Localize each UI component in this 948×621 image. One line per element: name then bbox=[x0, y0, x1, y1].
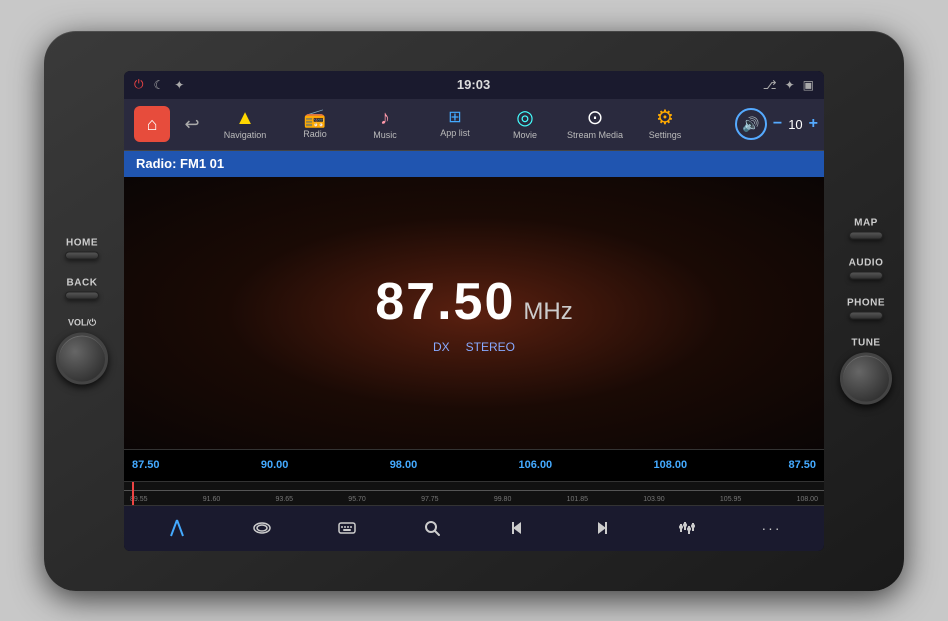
app-bar: ⌂ ↩ ▲ Navigation 📻 Radio ♪ Music ⊞ App l… bbox=[124, 99, 824, 151]
app-music[interactable]: ♪ Music bbox=[350, 101, 420, 147]
app-applist[interactable]: ⊞ App list bbox=[420, 101, 490, 147]
phone-label: PHONE bbox=[847, 297, 885, 308]
brightness-icon: ✦ bbox=[174, 78, 184, 92]
btn-more[interactable]: ··· bbox=[754, 510, 790, 546]
scale-90: 90.00 bbox=[261, 459, 289, 471]
btn-scan[interactable] bbox=[244, 510, 280, 546]
back-btn-group: BACK bbox=[65, 277, 99, 299]
stereo-label: STEREO bbox=[466, 340, 515, 354]
tick-3: 93.65 bbox=[276, 496, 294, 503]
car-radio-device: HOME BACK VOL/⏻ MAP AUDIO PHONE TUNE bbox=[44, 31, 904, 591]
phone-side-button[interactable] bbox=[849, 311, 883, 319]
frequency-scale: 87.50 90.00 98.00 106.00 108.00 87.50 bbox=[124, 449, 824, 481]
tick-10: 108.00 bbox=[797, 496, 818, 503]
phone-btn-group: PHONE bbox=[847, 297, 885, 319]
radio-main-display: 87.50 MHz DX STEREO bbox=[124, 177, 824, 449]
frequency-display: 87.50 MHz bbox=[375, 272, 572, 332]
btn-search[interactable] bbox=[414, 510, 450, 546]
tuning-bar-inner: 89.55 91.60 93.65 95.70 97.75 99.80 101.… bbox=[124, 482, 824, 505]
bluetooth-icon: ✦ bbox=[785, 78, 795, 92]
back-side-button[interactable] bbox=[65, 291, 99, 299]
vol-knob-group: VOL/⏻ bbox=[56, 317, 108, 384]
audio-btn-group: AUDIO bbox=[849, 257, 884, 279]
scale-98: 98.00 bbox=[390, 459, 418, 471]
tuning-bar: 89.55 91.60 93.65 95.70 97.75 99.80 101.… bbox=[124, 481, 824, 505]
volume-circle: 🔊 bbox=[735, 108, 767, 140]
btn-next[interactable] bbox=[584, 510, 620, 546]
scale-markers: 87.50 90.00 98.00 106.00 108.00 87.50 bbox=[132, 459, 816, 471]
audio-side-button[interactable] bbox=[849, 271, 883, 279]
app-movie[interactable]: ◎ Movie bbox=[490, 101, 560, 147]
btn-equalizer[interactable] bbox=[669, 510, 705, 546]
tick-8: 103.90 bbox=[643, 496, 664, 503]
status-left: ⏻ ☾ ✦ bbox=[134, 77, 184, 92]
frequency-unit: MHz bbox=[523, 298, 572, 326]
home-label: HOME bbox=[66, 237, 98, 248]
tuning-labels: 89.55 91.60 93.65 95.70 97.75 99.80 101.… bbox=[124, 496, 824, 503]
home-btn-group: HOME bbox=[65, 237, 99, 259]
frequency-info: DX STEREO bbox=[433, 340, 515, 354]
volume-minus[interactable]: − bbox=[773, 115, 782, 133]
scale-106: 106.00 bbox=[519, 459, 553, 471]
scale-87: 87.50 bbox=[132, 459, 160, 471]
volume-value: 10 bbox=[788, 117, 802, 132]
app-navigation[interactable]: ▲ Navigation bbox=[210, 101, 280, 147]
tune-knob[interactable] bbox=[840, 352, 892, 404]
btn-antenna[interactable] bbox=[159, 510, 195, 546]
tick-6: 99.80 bbox=[494, 496, 512, 503]
moon-icon: ☾ bbox=[154, 78, 165, 92]
usb-icon: ⎇ bbox=[763, 78, 777, 92]
tick-7: 101.85 bbox=[567, 496, 588, 503]
app-radio[interactable]: 📻 Radio bbox=[280, 101, 350, 147]
volume-control: 🔊 − 10 + bbox=[735, 108, 818, 140]
status-bar: ⏻ ☾ ✦ 19:03 ⎇ ✦ ▣ bbox=[124, 71, 824, 99]
left-controls: HOME BACK VOL/⏻ bbox=[56, 237, 108, 384]
tick-9: 105.95 bbox=[720, 496, 741, 503]
vol-label: VOL/⏻ bbox=[68, 317, 96, 328]
tick-2: 91.60 bbox=[203, 496, 221, 503]
map-label: MAP bbox=[854, 217, 878, 228]
back-app-button[interactable]: ↩ bbox=[174, 106, 210, 142]
map-side-button[interactable] bbox=[849, 231, 883, 239]
dx-label: DX bbox=[433, 340, 450, 354]
scale-87b: 87.50 bbox=[788, 459, 816, 471]
bottom-controls: ··· bbox=[124, 505, 824, 551]
btn-keyboard[interactable] bbox=[329, 510, 365, 546]
tick-4: 95.70 bbox=[348, 496, 366, 503]
app-settings[interactable]: ⚙ Settings bbox=[630, 101, 700, 147]
tuning-marker bbox=[132, 482, 134, 505]
radio-label-bar: Radio: FM1 01 bbox=[124, 151, 824, 177]
audio-label: AUDIO bbox=[849, 257, 884, 268]
home-side-button[interactable] bbox=[65, 251, 99, 259]
radio-label: Radio: FM1 01 bbox=[136, 156, 224, 171]
signal-icon: ▣ bbox=[803, 78, 814, 92]
vol-icon: 🔊 bbox=[742, 116, 759, 133]
btn-prev[interactable] bbox=[499, 510, 535, 546]
tune-knob-group: TUNE bbox=[840, 337, 892, 404]
volume-knob[interactable] bbox=[56, 332, 108, 384]
scale-108: 108.00 bbox=[654, 459, 688, 471]
volume-plus[interactable]: + bbox=[809, 115, 818, 133]
tuning-scale-line bbox=[124, 490, 824, 491]
frequency-value: 87.50 bbox=[375, 272, 515, 332]
home-app-button[interactable]: ⌂ bbox=[134, 106, 170, 142]
right-controls: MAP AUDIO PHONE TUNE bbox=[840, 217, 892, 404]
main-screen: ⏻ ☾ ✦ 19:03 ⎇ ✦ ▣ ⌂ ↩ ▲ Navigation bbox=[124, 71, 824, 551]
app-streammedia[interactable]: ⊙ Stream Media bbox=[560, 101, 630, 147]
status-time: 19:03 bbox=[457, 77, 490, 92]
status-right: ⎇ ✦ ▣ bbox=[763, 78, 814, 92]
map-btn-group: MAP bbox=[849, 217, 883, 239]
back-label: BACK bbox=[67, 277, 98, 288]
tune-label: TUNE bbox=[851, 337, 880, 348]
tick-5: 97.75 bbox=[421, 496, 439, 503]
power-icon: ⏻ bbox=[134, 77, 144, 92]
